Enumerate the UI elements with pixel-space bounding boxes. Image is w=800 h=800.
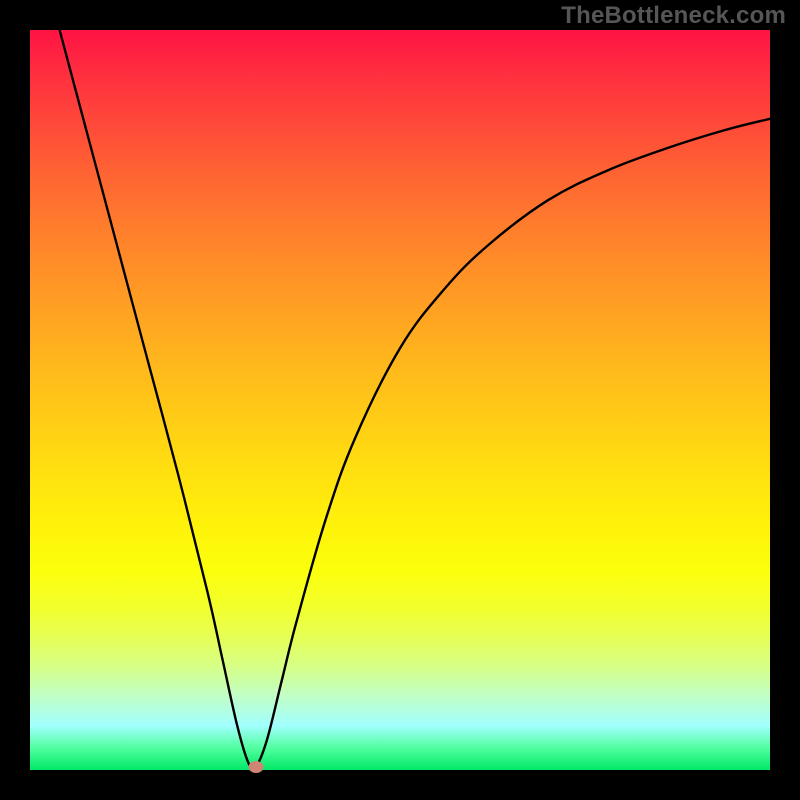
chart-frame: TheBottleneck.com	[0, 0, 800, 800]
curve-svg	[30, 30, 770, 770]
bottleneck-curve-path	[60, 30, 770, 769]
minimum-marker	[248, 761, 263, 773]
watermark-text: TheBottleneck.com	[561, 2, 786, 30]
plot-area	[30, 30, 770, 770]
